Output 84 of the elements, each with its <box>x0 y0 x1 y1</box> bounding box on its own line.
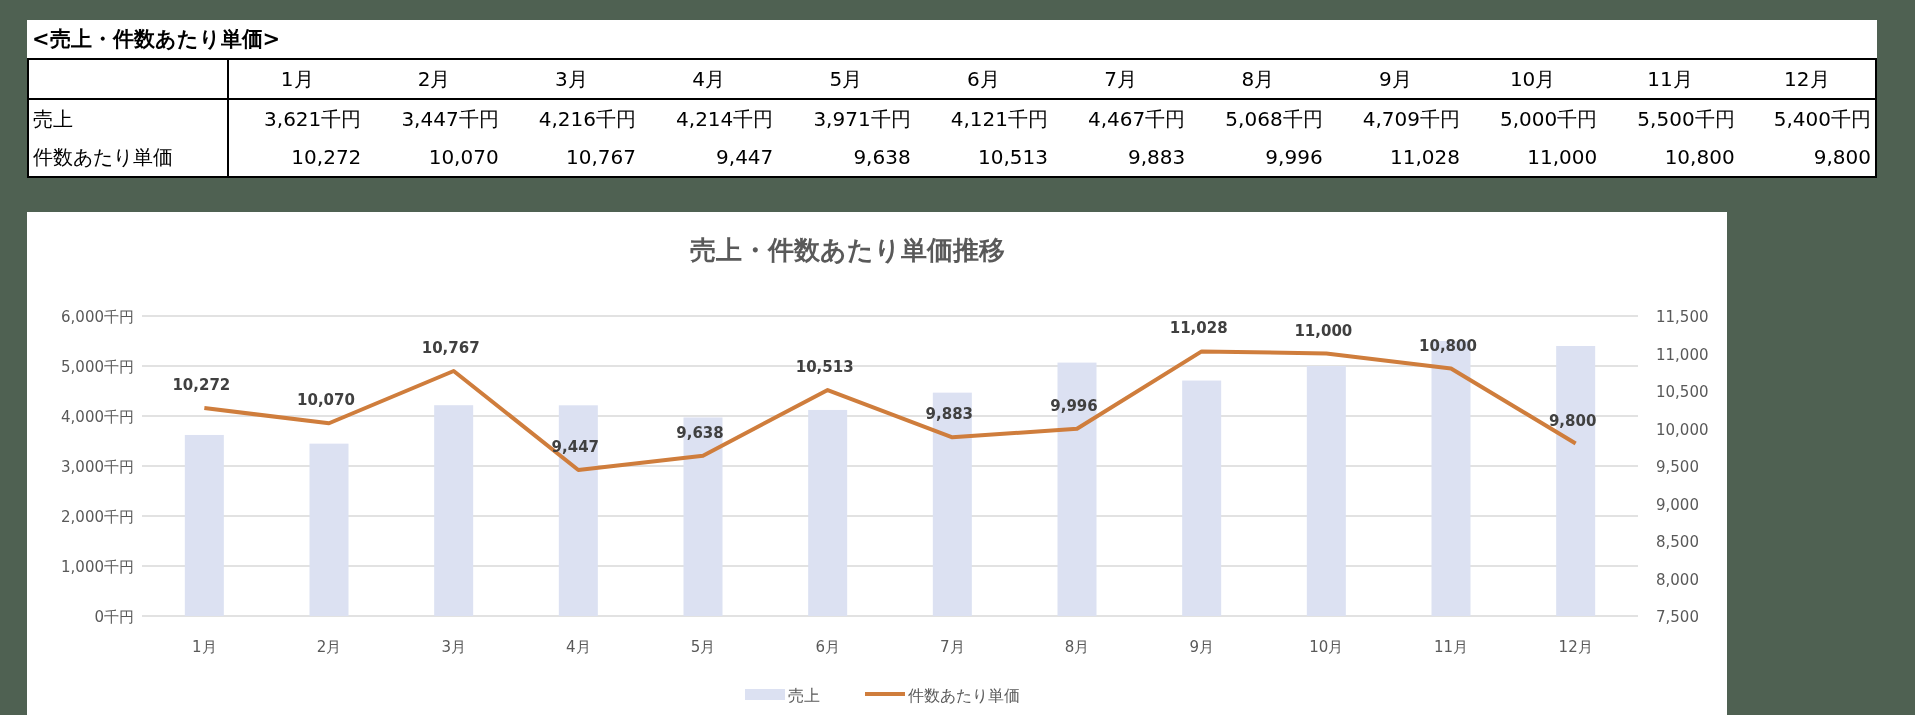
axis-tick-label: 3月 <box>441 638 466 656</box>
axis-tick-label: 10月 <box>1309 638 1344 656</box>
table-cell: 9,638 <box>777 138 915 177</box>
column-header: 2月 <box>365 59 503 99</box>
table-cell: 9,800 <box>1738 138 1876 177</box>
table-cell: 10,070 <box>365 138 503 177</box>
axis-tick-label: 9,500 <box>1656 458 1699 476</box>
data-label: 11,000 <box>1294 321 1353 340</box>
row-label: 売上 <box>28 99 228 138</box>
legend-swatch <box>745 689 785 700</box>
table-cell: 3,621千円 <box>228 99 366 138</box>
axis-tick-label: 2,000千円 <box>61 508 134 526</box>
data-label: 10,070 <box>297 391 355 410</box>
column-header: 7月 <box>1051 59 1190 99</box>
data-label: 9,800 <box>1548 411 1597 430</box>
table-cell: 9,447 <box>640 138 778 177</box>
data-label: 10,800 <box>1419 336 1477 355</box>
table-cell: 5,000千円 <box>1463 99 1602 138</box>
table-cell: 4,214千円 <box>640 99 778 138</box>
column-header: 11月 <box>1601 59 1739 99</box>
axis-tick-label: 11,500 <box>1656 308 1709 326</box>
table-cell: 4,709千円 <box>1326 99 1464 138</box>
column-header: 4月 <box>640 59 778 99</box>
data-label: 9,883 <box>925 405 974 424</box>
table-cell: 9,996 <box>1189 138 1327 177</box>
axis-tick-label: 9月 <box>1189 638 1214 656</box>
legend-label: 売上 <box>788 686 820 705</box>
axis-tick-label: 10,500 <box>1656 383 1709 401</box>
axis-tick-label: 6,000千円 <box>61 308 134 326</box>
table-cell: 10,767 <box>502 138 640 177</box>
data-label: 10,272 <box>172 376 231 395</box>
axis-tick-label: 3,000千円 <box>61 458 134 476</box>
axis-tick-label: 6月 <box>815 638 840 656</box>
column-header: 12月 <box>1738 59 1876 99</box>
data-label: 10,767 <box>421 339 480 357</box>
table-cell: 3,447千円 <box>365 99 503 138</box>
column-header: 6月 <box>914 59 1052 99</box>
data-label: 9,996 <box>1050 396 1098 415</box>
axis-tick-label: 8月 <box>1064 638 1090 656</box>
table-cell: 4,216千円 <box>502 99 640 138</box>
table-cell: 5,400千円 <box>1738 99 1876 138</box>
axis-tick-label: 1,000千円 <box>61 558 134 576</box>
data-label: 11,028 <box>1169 319 1228 338</box>
table-cell: 10,800 <box>1601 138 1739 177</box>
axis-tick-label: 2月 <box>316 638 342 656</box>
column-header: 1月 <box>228 59 366 99</box>
data-label: 9,447 <box>551 438 600 456</box>
axis-tick-label: 12月 <box>1558 638 1593 656</box>
axis-tick-label: 8,500 <box>1656 533 1699 551</box>
table-cell: 4,121千円 <box>914 99 1052 138</box>
column-header: 3月 <box>502 59 640 99</box>
table-cell: 4,467千円 <box>1051 99 1190 138</box>
row-label: 件数あたり単価 <box>28 138 228 177</box>
table-cell: 10,272 <box>228 138 366 177</box>
data-label: 9,638 <box>676 423 724 442</box>
axis-tick-label: 9,000 <box>1656 495 1699 514</box>
data-label: 10,513 <box>795 358 854 376</box>
table-cell: 11,028 <box>1326 138 1464 177</box>
axis-tick-label: 1月 <box>192 638 217 656</box>
axis-tick-label: 5,000千円 <box>61 358 134 376</box>
axis-tick-label: 0千円 <box>94 608 134 626</box>
axis-tick-label: 7,500 <box>1656 608 1699 626</box>
legend-label: 件数あたり単価 <box>908 686 1020 705</box>
chart-title: 売上・件数あたり単価推移 <box>689 235 1005 265</box>
legend-swatch <box>865 692 905 696</box>
column-header: 5月 <box>777 59 915 99</box>
axis-tick-label: 5月 <box>690 638 716 656</box>
axis-tick-label: 4,000千円 <box>61 408 134 426</box>
table-cell: 5,068千円 <box>1189 99 1327 138</box>
table-cell: 10,513 <box>914 138 1052 177</box>
table-cell: 5,500千円 <box>1601 99 1739 138</box>
axis-tick-label: 4月 <box>566 638 591 656</box>
column-header: 8月 <box>1189 59 1327 99</box>
column-header: 10月 <box>1463 59 1602 99</box>
axis-tick-label: 11月 <box>1433 638 1469 656</box>
table-cell: 3,971千円 <box>777 99 915 138</box>
table-cell: 9,883 <box>1051 138 1190 177</box>
axis-tick-label: 8,000 <box>1656 570 1699 589</box>
axis-tick-label: 11,000 <box>1656 345 1709 364</box>
table-cell: 11,000 <box>1463 138 1602 177</box>
axis-tick-label: 7月 <box>940 638 965 656</box>
column-header: 9月 <box>1326 59 1464 99</box>
table-title: <売上・件数あたり単価> <box>28 20 1876 59</box>
axis-tick-label: 10,000 <box>1656 420 1709 439</box>
